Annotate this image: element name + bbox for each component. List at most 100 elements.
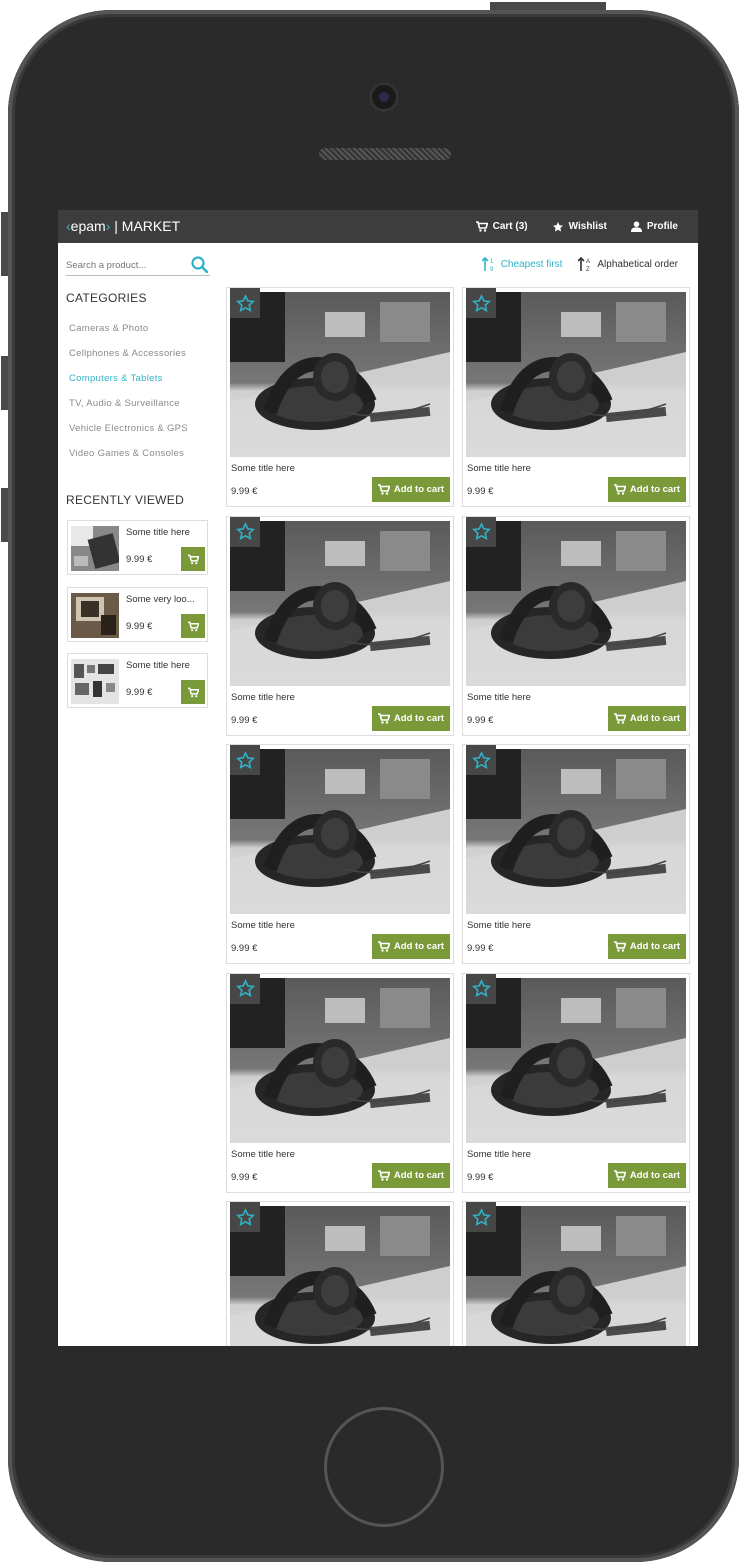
wishlist-star-button[interactable] xyxy=(466,745,496,775)
category-item[interactable]: Cameras & Photo xyxy=(69,323,188,348)
recently-viewed-heading: RECENTLY VIEWED xyxy=(66,493,185,507)
logo-market: | MARKET xyxy=(110,218,181,234)
sort-options: 19 Cheapest first AZ Alphabetical order xyxy=(481,256,678,272)
add-to-cart-button[interactable]: Add to cart xyxy=(372,705,450,731)
product-card[interactable]: Some title here 9.99 € Add to cart xyxy=(462,972,690,1193)
wishlist-star-button[interactable] xyxy=(230,288,260,318)
logo-epam: epam xyxy=(70,218,106,234)
sort-alphabetical[interactable]: AZ Alphabetical order xyxy=(578,256,678,272)
recent-item-price: 9.99 € xyxy=(126,554,153,565)
svg-text:9: 9 xyxy=(490,267,494,272)
star-outline-icon xyxy=(471,750,491,769)
add-to-cart-button[interactable]: Add to cart xyxy=(608,1162,686,1188)
search-box xyxy=(66,255,210,276)
recent-item-title: Some title here xyxy=(126,660,190,671)
star-outline-icon xyxy=(471,522,491,541)
add-to-cart-button[interactable]: Add to cart xyxy=(608,934,686,959)
cart-plus-icon xyxy=(187,687,199,697)
recent-item[interactable]: Some title here 9.99 € xyxy=(67,520,208,575)
wishlist-link[interactable]: Wishlist xyxy=(552,221,607,233)
wishlist-star-button[interactable] xyxy=(466,516,496,547)
front-camera xyxy=(369,82,399,112)
recent-item-title: Some title here xyxy=(126,527,190,538)
wishlist-star-button[interactable] xyxy=(230,745,260,775)
product-thumbnail xyxy=(71,593,119,638)
star-outline-icon xyxy=(235,522,255,541)
product-title[interactable]: Some title here xyxy=(467,920,531,931)
recent-item-price: 9.99 € xyxy=(126,687,153,698)
wishlist-star-button[interactable] xyxy=(230,516,260,547)
product-card[interactable]: Some title here 9.99 € Add to cart xyxy=(226,515,454,736)
product-card[interactable]: Some title here 9.99 € Add to cart xyxy=(462,287,690,507)
product-image xyxy=(466,1206,686,1346)
add-to-cart-button[interactable]: Add to cart xyxy=(372,477,450,502)
cart-plus-icon xyxy=(377,941,390,952)
wishlist-star-button[interactable] xyxy=(466,973,496,1004)
add-to-cart-button[interactable] xyxy=(181,680,205,704)
add-to-cart-label: Add to cart xyxy=(393,941,445,952)
sort-cheapest-label: Cheapest first xyxy=(500,258,563,270)
product-card[interactable]: Some title here 9.99 € Add to cart xyxy=(226,1201,454,1346)
add-to-cart-button[interactable]: Add to cart xyxy=(608,477,686,502)
cart-plus-icon xyxy=(187,554,199,564)
category-item-active[interactable]: Computers & Tablets xyxy=(69,373,188,398)
product-thumbnail xyxy=(71,526,119,571)
top-bar: ‹epam› | MARKET Cart (3) Wishlist Profil… xyxy=(58,210,698,243)
category-item[interactable]: TV, Audio & Surveillance xyxy=(69,398,188,423)
product-title[interactable]: Some title here xyxy=(231,692,295,703)
cart-plus-icon xyxy=(377,484,390,495)
product-card[interactable]: Some title here 9.99 € Add to cart xyxy=(462,1201,690,1346)
logo[interactable]: ‹epam› | MARKET xyxy=(66,218,180,234)
product-image xyxy=(466,292,686,457)
star-outline-icon xyxy=(235,293,255,312)
wishlist-star-button[interactable] xyxy=(230,973,260,1004)
wishlist-star-button[interactable] xyxy=(466,1202,496,1232)
star-icon xyxy=(552,221,563,232)
product-title[interactable]: Some title here xyxy=(231,1149,295,1160)
product-image xyxy=(230,520,450,686)
add-to-cart-label: Add to cart xyxy=(629,712,681,724)
add-to-cart-button[interactable] xyxy=(181,614,205,638)
search-input[interactable] xyxy=(66,256,181,271)
category-item[interactable]: Cellphones & Accessories xyxy=(69,348,188,373)
product-title[interactable]: Some title here xyxy=(231,463,295,474)
product-price: 9.99 € xyxy=(231,714,258,726)
add-to-cart-button[interactable]: Add to cart xyxy=(372,1162,450,1188)
add-to-cart-button[interactable]: Add to cart xyxy=(372,934,450,959)
product-title[interactable]: Some title here xyxy=(467,1149,531,1160)
product-card[interactable]: Some title here 9.99 € Add to cart xyxy=(226,287,454,507)
search-icon[interactable] xyxy=(191,256,208,273)
profile-label: Profile xyxy=(646,221,678,232)
add-to-cart-button[interactable]: Add to cart xyxy=(608,705,686,731)
add-to-cart-button[interactable] xyxy=(181,547,205,571)
product-image xyxy=(466,520,686,686)
product-title[interactable]: Some title here xyxy=(467,463,531,474)
category-item[interactable]: Vehicle Electronics & GPS xyxy=(69,423,188,448)
svg-text:A: A xyxy=(586,259,590,265)
cart-plus-icon xyxy=(187,621,199,631)
product-card[interactable]: Some title here 9.99 € Add to cart xyxy=(226,972,454,1193)
recent-item-title: Some very loo... xyxy=(126,594,195,605)
product-title[interactable]: Some title here xyxy=(467,692,531,703)
top-nav: Cart (3) Wishlist Profile xyxy=(475,210,678,243)
product-card[interactable]: Some title here 9.99 € Add to cart xyxy=(462,515,690,736)
category-item[interactable]: Video Games & Consoles xyxy=(69,448,188,473)
home-button[interactable] xyxy=(324,1407,444,1527)
product-price: 9.99 € xyxy=(467,486,494,497)
sort-cheapest[interactable]: 19 Cheapest first xyxy=(481,256,563,272)
cart-link[interactable]: Cart (3) xyxy=(475,221,528,232)
product-card[interactable]: Some title here 9.99 € Add to cart xyxy=(462,744,690,964)
wishlist-star-button[interactable] xyxy=(230,1202,260,1232)
recent-item[interactable]: Some very loo... 9.99 € xyxy=(67,587,208,642)
add-to-cart-label: Add to cart xyxy=(629,484,681,495)
sort-alpha-icon: AZ xyxy=(578,256,590,272)
cart-plus-icon xyxy=(377,1169,390,1181)
recent-item[interactable]: Some title here 9.99 € xyxy=(67,653,208,708)
product-image xyxy=(230,1206,450,1346)
profile-link[interactable]: Profile xyxy=(630,221,678,232)
star-outline-icon xyxy=(235,979,255,998)
add-to-cart-label: Add to cart xyxy=(629,941,681,952)
product-card[interactable]: Some title here 9.99 € Add to cart xyxy=(226,744,454,964)
wishlist-star-button[interactable] xyxy=(466,288,496,318)
product-title[interactable]: Some title here xyxy=(231,920,295,931)
